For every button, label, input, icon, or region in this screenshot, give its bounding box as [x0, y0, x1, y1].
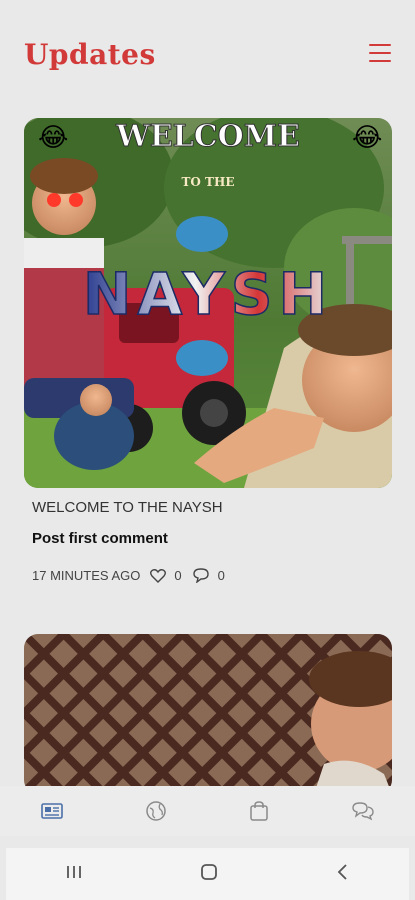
comment-icon[interactable]: [192, 567, 210, 583]
newspaper-icon[interactable]: [37, 796, 67, 826]
image-caption-line3: NAYSH: [83, 260, 333, 328]
hamburger-menu-icon[interactable]: [369, 44, 391, 62]
laughing-emoji-left-icon: 😂: [38, 122, 68, 152]
comment-count: 0: [217, 567, 225, 583]
heart-icon[interactable]: [150, 568, 167, 583]
back-icon[interactable]: [336, 863, 350, 886]
post-stats: 17 MINUTES AGO 0 0: [32, 566, 225, 584]
post-time: 17 MINUTES AGO: [32, 567, 141, 583]
post-first-comment-link[interactable]: Post first comment: [32, 530, 168, 547]
home-icon[interactable]: [200, 863, 218, 886]
system-navigation-bar: [6, 848, 409, 900]
recent-apps-icon[interactable]: [65, 864, 83, 885]
image-caption-line2: TO THE: [182, 175, 235, 189]
globe-icon[interactable]: [141, 796, 171, 826]
shopping-bag-icon[interactable]: [244, 796, 274, 826]
app-header: Updates: [0, 0, 415, 110]
post-image-graphic: WELCOME TO THE NAYSH 😂 😂: [24, 118, 392, 488]
page-title: Updates: [24, 38, 156, 71]
like-count: 0: [174, 567, 182, 583]
laughing-emoji-right-icon: 😂: [352, 122, 382, 152]
chat-bubbles-icon[interactable]: [348, 796, 378, 826]
post-image[interactable]: [24, 634, 392, 794]
bottom-navigation: [0, 786, 415, 836]
image-caption-line1: WELCOME: [115, 119, 300, 154]
post-image-graphic: [24, 634, 392, 794]
post-image[interactable]: WELCOME TO THE NAYSH 😂 😂: [24, 118, 392, 488]
post-title: WELCOME TO THE NAYSH: [32, 499, 223, 516]
